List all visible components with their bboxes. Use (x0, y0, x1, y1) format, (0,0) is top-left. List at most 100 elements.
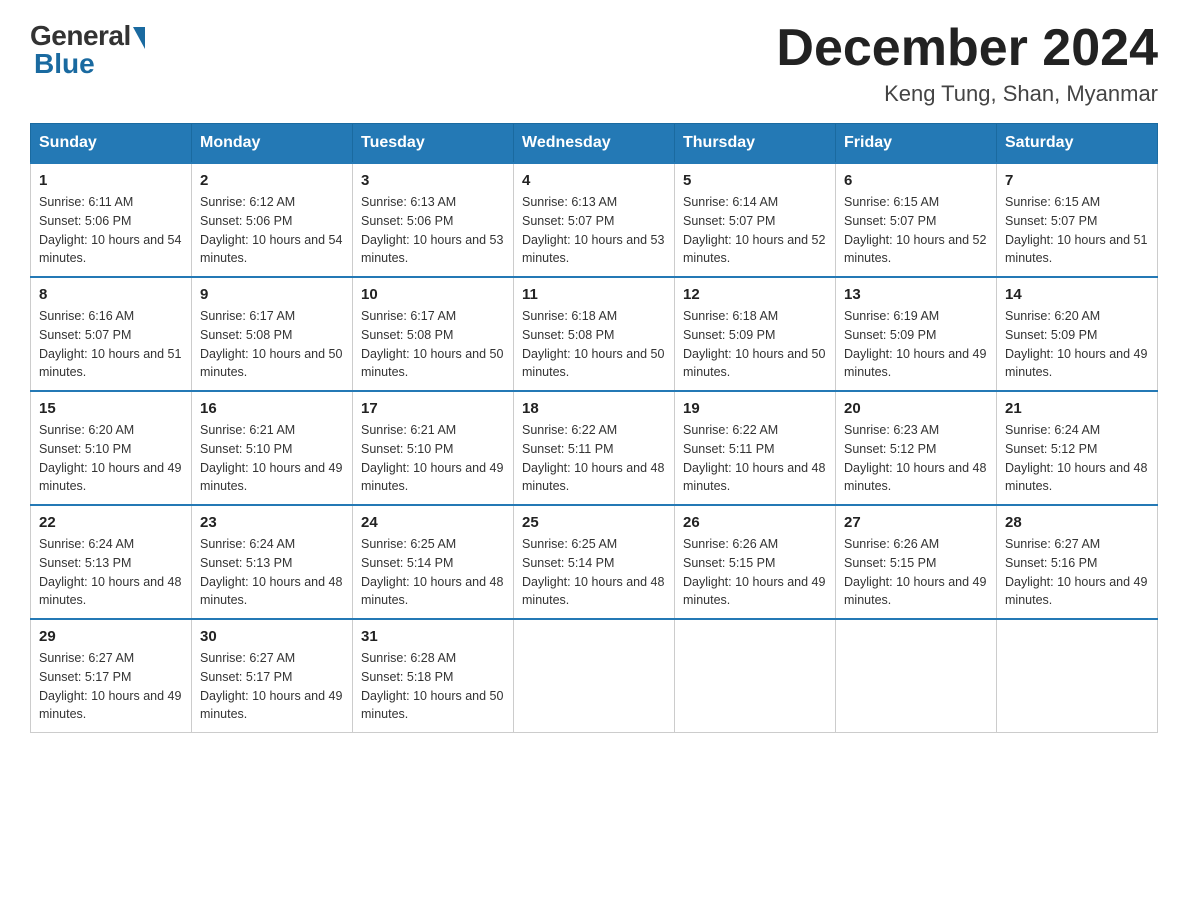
day-info: Sunrise: 6:18 AM Sunset: 5:08 PM Dayligh… (522, 307, 666, 382)
day-info: Sunrise: 6:27 AM Sunset: 5:16 PM Dayligh… (1005, 535, 1149, 610)
day-info: Sunrise: 6:26 AM Sunset: 5:15 PM Dayligh… (844, 535, 988, 610)
calendar-cell: 29 Sunrise: 6:27 AM Sunset: 5:17 PM Dayl… (31, 619, 192, 733)
calendar-cell: 6 Sunrise: 6:15 AM Sunset: 5:07 PM Dayli… (836, 163, 997, 277)
day-number: 30 (200, 628, 344, 645)
day-info: Sunrise: 6:15 AM Sunset: 5:07 PM Dayligh… (844, 193, 988, 268)
calendar-week-3: 15 Sunrise: 6:20 AM Sunset: 5:10 PM Dayl… (31, 391, 1158, 505)
day-number: 28 (1005, 514, 1149, 531)
day-info: Sunrise: 6:22 AM Sunset: 5:11 PM Dayligh… (522, 421, 666, 496)
calendar-cell: 1 Sunrise: 6:11 AM Sunset: 5:06 PM Dayli… (31, 163, 192, 277)
month-title: December 2024 (776, 20, 1158, 77)
calendar-cell: 5 Sunrise: 6:14 AM Sunset: 5:07 PM Dayli… (675, 163, 836, 277)
day-info: Sunrise: 6:21 AM Sunset: 5:10 PM Dayligh… (361, 421, 505, 496)
calendar-cell (836, 619, 997, 733)
header-saturday: Saturday (997, 124, 1158, 164)
day-info: Sunrise: 6:24 AM Sunset: 5:12 PM Dayligh… (1005, 421, 1149, 496)
day-number: 20 (844, 400, 988, 417)
day-number: 29 (39, 628, 183, 645)
day-number: 25 (522, 514, 666, 531)
calendar-cell: 22 Sunrise: 6:24 AM Sunset: 5:13 PM Dayl… (31, 505, 192, 619)
day-info: Sunrise: 6:27 AM Sunset: 5:17 PM Dayligh… (39, 649, 183, 724)
day-number: 8 (39, 286, 183, 303)
calendar-cell: 18 Sunrise: 6:22 AM Sunset: 5:11 PM Dayl… (514, 391, 675, 505)
day-number: 16 (200, 400, 344, 417)
day-info: Sunrise: 6:11 AM Sunset: 5:06 PM Dayligh… (39, 193, 183, 268)
calendar-week-1: 1 Sunrise: 6:11 AM Sunset: 5:06 PM Dayli… (31, 163, 1158, 277)
header-tuesday: Tuesday (353, 124, 514, 164)
calendar-cell: 11 Sunrise: 6:18 AM Sunset: 5:08 PM Dayl… (514, 277, 675, 391)
logo: General Blue (30, 20, 145, 80)
calendar-cell (675, 619, 836, 733)
day-number: 1 (39, 172, 183, 189)
day-info: Sunrise: 6:27 AM Sunset: 5:17 PM Dayligh… (200, 649, 344, 724)
day-number: 15 (39, 400, 183, 417)
day-info: Sunrise: 6:20 AM Sunset: 5:09 PM Dayligh… (1005, 307, 1149, 382)
day-number: 13 (844, 286, 988, 303)
day-number: 27 (844, 514, 988, 531)
calendar-cell: 12 Sunrise: 6:18 AM Sunset: 5:09 PM Dayl… (675, 277, 836, 391)
day-info: Sunrise: 6:17 AM Sunset: 5:08 PM Dayligh… (200, 307, 344, 382)
day-number: 22 (39, 514, 183, 531)
calendar-cell: 27 Sunrise: 6:26 AM Sunset: 5:15 PM Dayl… (836, 505, 997, 619)
calendar-week-4: 22 Sunrise: 6:24 AM Sunset: 5:13 PM Dayl… (31, 505, 1158, 619)
calendar-cell: 20 Sunrise: 6:23 AM Sunset: 5:12 PM Dayl… (836, 391, 997, 505)
day-info: Sunrise: 6:13 AM Sunset: 5:07 PM Dayligh… (522, 193, 666, 268)
calendar-cell: 7 Sunrise: 6:15 AM Sunset: 5:07 PM Dayli… (997, 163, 1158, 277)
day-info: Sunrise: 6:28 AM Sunset: 5:18 PM Dayligh… (361, 649, 505, 724)
logo-blue-text: Blue (34, 48, 95, 80)
calendar-cell: 23 Sunrise: 6:24 AM Sunset: 5:13 PM Dayl… (192, 505, 353, 619)
header-monday: Monday (192, 124, 353, 164)
calendar-cell: 13 Sunrise: 6:19 AM Sunset: 5:09 PM Dayl… (836, 277, 997, 391)
day-number: 31 (361, 628, 505, 645)
day-number: 17 (361, 400, 505, 417)
day-info: Sunrise: 6:20 AM Sunset: 5:10 PM Dayligh… (39, 421, 183, 496)
header-thursday: Thursday (675, 124, 836, 164)
calendar-cell: 17 Sunrise: 6:21 AM Sunset: 5:10 PM Dayl… (353, 391, 514, 505)
calendar-cell: 2 Sunrise: 6:12 AM Sunset: 5:06 PM Dayli… (192, 163, 353, 277)
calendar-cell: 15 Sunrise: 6:20 AM Sunset: 5:10 PM Dayl… (31, 391, 192, 505)
day-number: 9 (200, 286, 344, 303)
day-number: 6 (844, 172, 988, 189)
day-info: Sunrise: 6:14 AM Sunset: 5:07 PM Dayligh… (683, 193, 827, 268)
calendar-cell: 31 Sunrise: 6:28 AM Sunset: 5:18 PM Dayl… (353, 619, 514, 733)
day-info: Sunrise: 6:15 AM Sunset: 5:07 PM Dayligh… (1005, 193, 1149, 268)
calendar-table: SundayMondayTuesdayWednesdayThursdayFrid… (30, 123, 1158, 733)
title-section: December 2024 Keng Tung, Shan, Myanmar (776, 20, 1158, 107)
day-number: 24 (361, 514, 505, 531)
header-friday: Friday (836, 124, 997, 164)
calendar-cell: 30 Sunrise: 6:27 AM Sunset: 5:17 PM Dayl… (192, 619, 353, 733)
day-info: Sunrise: 6:17 AM Sunset: 5:08 PM Dayligh… (361, 307, 505, 382)
day-info: Sunrise: 6:26 AM Sunset: 5:15 PM Dayligh… (683, 535, 827, 610)
header-wednesday: Wednesday (514, 124, 675, 164)
day-info: Sunrise: 6:24 AM Sunset: 5:13 PM Dayligh… (200, 535, 344, 610)
calendar-cell (514, 619, 675, 733)
calendar-cell: 8 Sunrise: 6:16 AM Sunset: 5:07 PM Dayli… (31, 277, 192, 391)
calendar-cell: 3 Sunrise: 6:13 AM Sunset: 5:06 PM Dayli… (353, 163, 514, 277)
calendar-cell: 16 Sunrise: 6:21 AM Sunset: 5:10 PM Dayl… (192, 391, 353, 505)
day-number: 26 (683, 514, 827, 531)
page-header: General Blue December 2024 Keng Tung, Sh… (30, 20, 1158, 107)
calendar-cell: 10 Sunrise: 6:17 AM Sunset: 5:08 PM Dayl… (353, 277, 514, 391)
day-number: 10 (361, 286, 505, 303)
day-info: Sunrise: 6:16 AM Sunset: 5:07 PM Dayligh… (39, 307, 183, 382)
day-number: 5 (683, 172, 827, 189)
day-info: Sunrise: 6:23 AM Sunset: 5:12 PM Dayligh… (844, 421, 988, 496)
day-info: Sunrise: 6:22 AM Sunset: 5:11 PM Dayligh… (683, 421, 827, 496)
day-info: Sunrise: 6:18 AM Sunset: 5:09 PM Dayligh… (683, 307, 827, 382)
day-info: Sunrise: 6:25 AM Sunset: 5:14 PM Dayligh… (522, 535, 666, 610)
day-number: 7 (1005, 172, 1149, 189)
calendar-cell: 24 Sunrise: 6:25 AM Sunset: 5:14 PM Dayl… (353, 505, 514, 619)
day-info: Sunrise: 6:24 AM Sunset: 5:13 PM Dayligh… (39, 535, 183, 610)
header-sunday: Sunday (31, 124, 192, 164)
day-number: 19 (683, 400, 827, 417)
day-info: Sunrise: 6:12 AM Sunset: 5:06 PM Dayligh… (200, 193, 344, 268)
day-info: Sunrise: 6:13 AM Sunset: 5:06 PM Dayligh… (361, 193, 505, 268)
day-info: Sunrise: 6:21 AM Sunset: 5:10 PM Dayligh… (200, 421, 344, 496)
day-info: Sunrise: 6:19 AM Sunset: 5:09 PM Dayligh… (844, 307, 988, 382)
calendar-cell: 4 Sunrise: 6:13 AM Sunset: 5:07 PM Dayli… (514, 163, 675, 277)
day-info: Sunrise: 6:25 AM Sunset: 5:14 PM Dayligh… (361, 535, 505, 610)
calendar-header-row: SundayMondayTuesdayWednesdayThursdayFrid… (31, 124, 1158, 164)
calendar-cell: 28 Sunrise: 6:27 AM Sunset: 5:16 PM Dayl… (997, 505, 1158, 619)
location: Keng Tung, Shan, Myanmar (776, 81, 1158, 107)
day-number: 2 (200, 172, 344, 189)
